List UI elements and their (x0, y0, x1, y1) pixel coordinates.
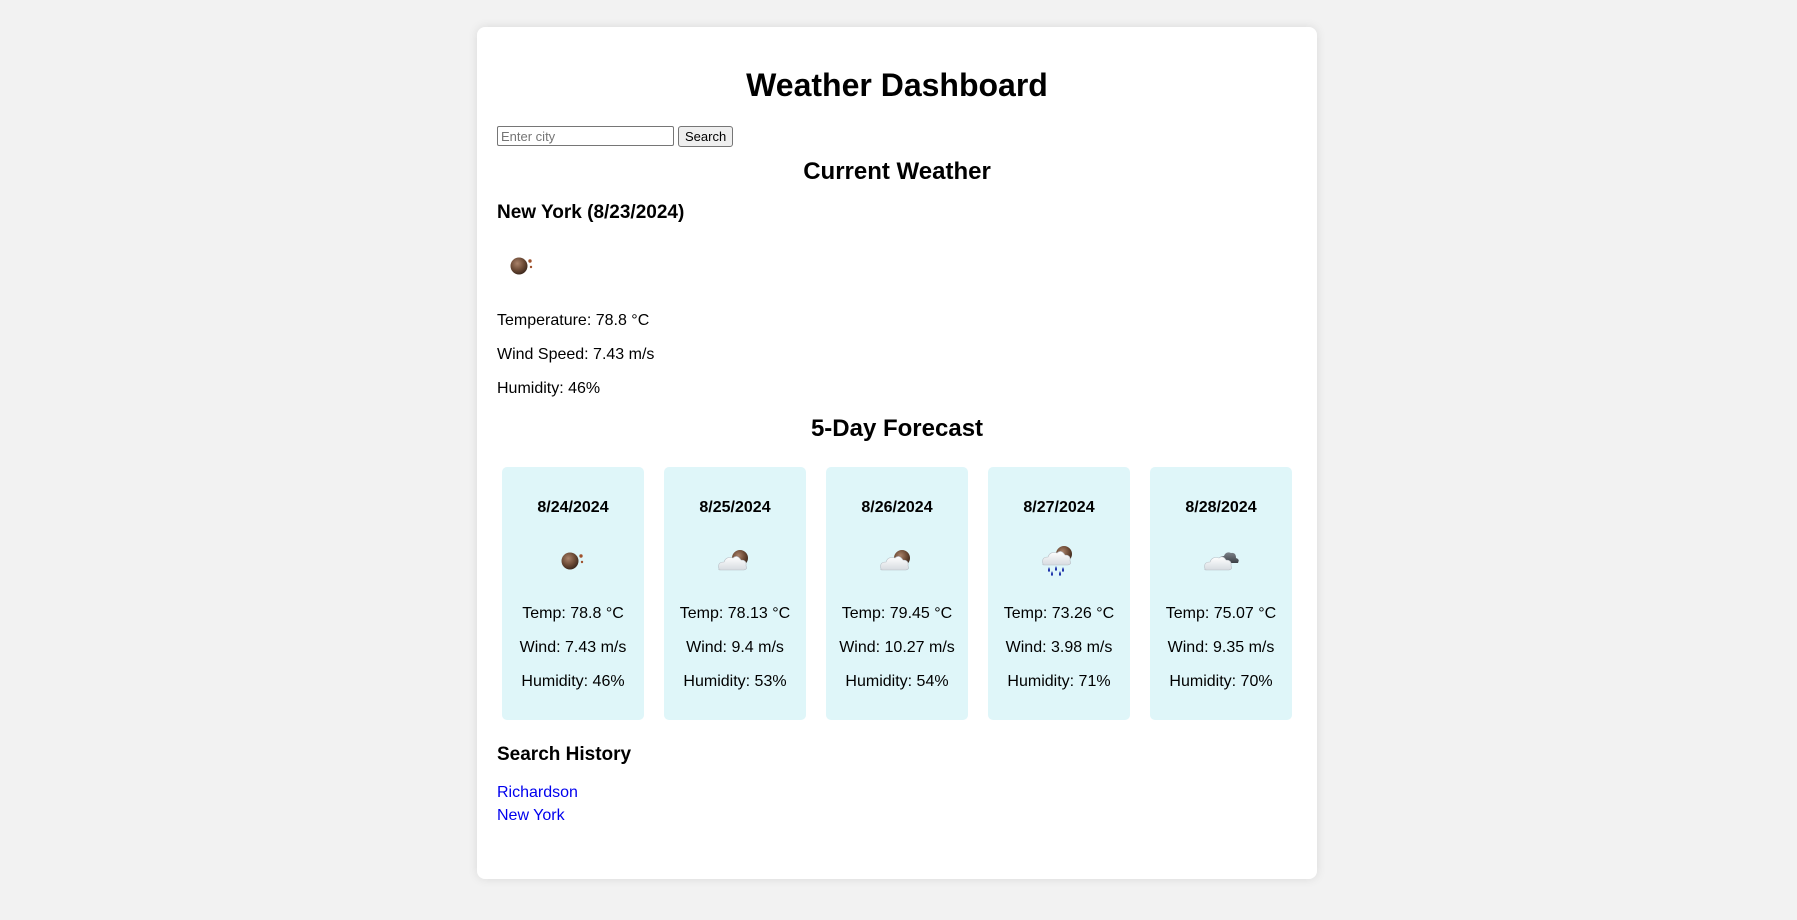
overcast-night-icon (548, 535, 598, 585)
forecast-cards: 8/24/2024 Temp: 78.8 °C Wind: 7.43 m/s H… (497, 467, 1297, 720)
forecast-humidity: Humidity: 53% (683, 673, 787, 690)
forecast-card: 8/27/2024 Temp: 73.26 °C Wind: 3.98 m/s … (988, 467, 1130, 720)
search-form: Search (497, 125, 1297, 147)
broken-clouds-icon (1196, 535, 1246, 585)
current-humidity: Humidity: 46% (497, 380, 601, 397)
current-weather-heading: Current Weather (803, 158, 991, 185)
current-city-heading: New York (8/23/2024) (497, 202, 685, 223)
forecast-humidity: Humidity: 70% (1169, 673, 1273, 690)
forecast-wind: Wind: 9.4 m/s (686, 639, 784, 656)
forecast-date: 8/24/2024 (537, 499, 609, 516)
forecast-humidity: Humidity: 46% (521, 673, 625, 690)
forecast-wind: Wind: 10.27 m/s (839, 639, 955, 656)
forecast-card: 8/28/2024 Temp: 75.07 °C Wind: 9.35 m/s … (1150, 467, 1292, 720)
forecast-temp: Temp: 78.13 °C (679, 605, 791, 622)
search-button[interactable]: Search (678, 125, 734, 147)
current-wind-speed: Wind Speed: 7.43 m/s (497, 346, 655, 363)
forecast-date: 8/27/2024 (1023, 499, 1095, 516)
forecast-card: 8/25/2024 Temp: 78.13 °C Wind: 9.4 m/s H… (664, 467, 806, 720)
page-title: Weather Dashboard (746, 67, 1048, 103)
forecast-wind: Wind: 3.98 m/s (1005, 639, 1113, 656)
cloudy-night-icon (872, 535, 922, 585)
dashboard-container: Weather Dashboard Search Current Weather… (477, 27, 1317, 879)
forecast-card: 8/26/2024 Temp: 79.45 °C Wind: 10.27 m/s… (826, 467, 968, 720)
cloudy-night-icon (710, 535, 760, 585)
current-temperature: Temperature: 78.8 °C (497, 312, 650, 329)
rain-night-icon (1034, 535, 1084, 585)
forecast-temp: Temp: 78.8 °C (522, 605, 624, 622)
forecast-heading: 5-Day Forecast (810, 415, 984, 442)
forecast-date: 8/26/2024 (861, 499, 933, 516)
search-history-list: Richardson New York (497, 781, 1297, 827)
forecast-temp: Temp: 79.45 °C (841, 605, 953, 622)
history-item-new-york[interactable]: New York (497, 804, 1297, 827)
history-item-richardson[interactable]: Richardson (497, 781, 1297, 804)
forecast-date: 8/25/2024 (699, 499, 771, 516)
overcast-night-icon (497, 240, 547, 290)
forecast-date: 8/28/2024 (1185, 499, 1257, 516)
city-search-input[interactable] (497, 126, 674, 146)
search-history-heading: Search History (497, 744, 632, 765)
forecast-wind: Wind: 9.35 m/s (1167, 639, 1275, 656)
forecast-wind: Wind: 7.43 m/s (519, 639, 627, 656)
forecast-card: 8/24/2024 Temp: 78.8 °C Wind: 7.43 m/s H… (502, 467, 644, 720)
forecast-temp: Temp: 75.07 °C (1165, 605, 1277, 622)
forecast-humidity: Humidity: 54% (845, 673, 949, 690)
forecast-temp: Temp: 73.26 °C (1003, 605, 1115, 622)
forecast-humidity: Humidity: 71% (1007, 673, 1111, 690)
